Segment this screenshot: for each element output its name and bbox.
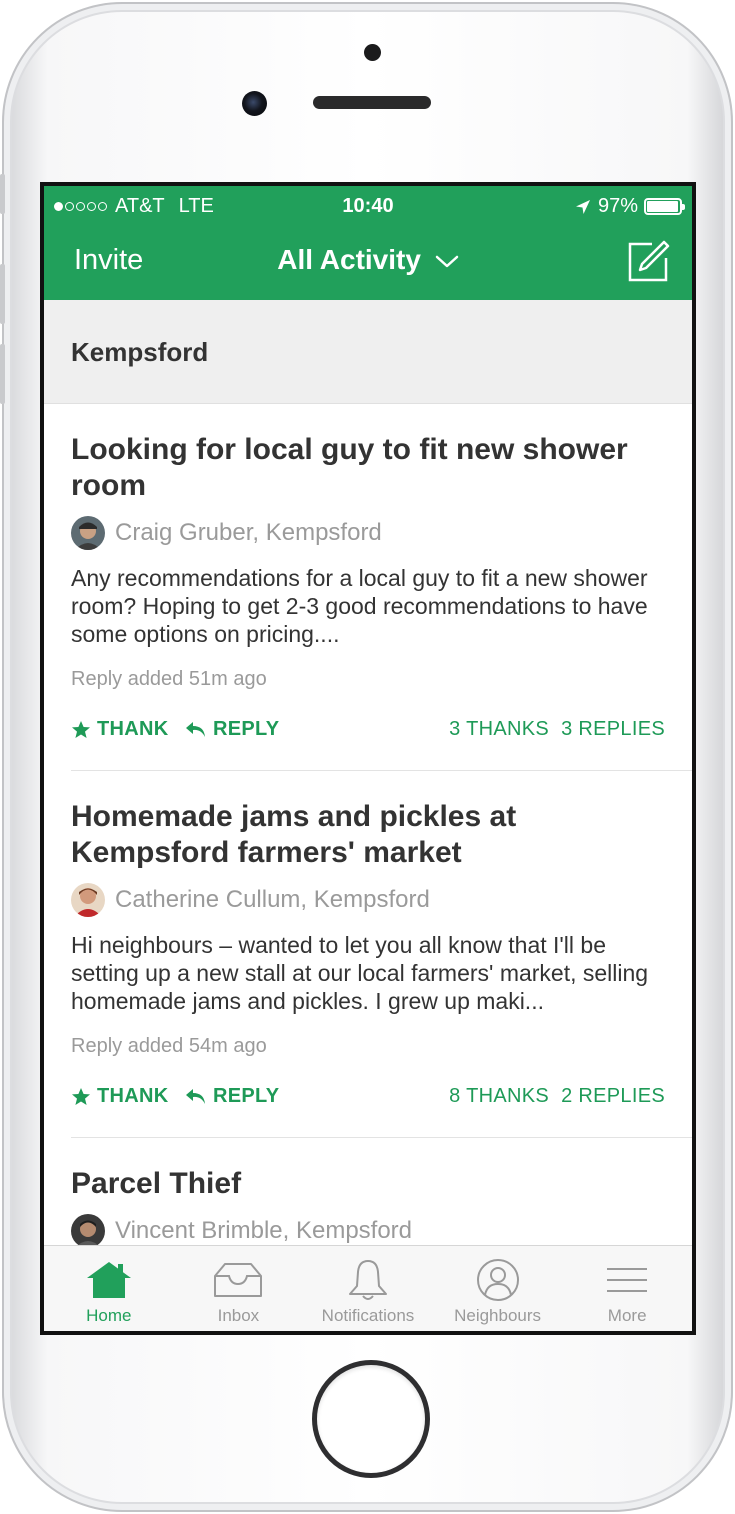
reply-arrow-icon: [186, 721, 205, 737]
nav-title-label: All Activity: [277, 244, 421, 275]
post-title[interactable]: Homemade jams and pickles at Kempsford f…: [71, 799, 641, 871]
tab-bar: Home Inbox Notifications Neighbours More: [44, 1245, 692, 1331]
author-name: Catherine Cullum, Kempsford: [115, 886, 430, 913]
earpiece-speaker: [313, 96, 431, 109]
thank-button[interactable]: THANK: [71, 1085, 169, 1108]
proximity-sensor: [364, 44, 381, 61]
post-actions: THANK REPLY 8 THANKS 2 REPLIES: [71, 1085, 665, 1111]
thanks-count[interactable]: 3 THANKS: [449, 718, 549, 741]
activity-filter-dropdown[interactable]: All Activity: [44, 244, 692, 276]
avatar[interactable]: [71, 883, 105, 917]
inbox-icon: [214, 1263, 263, 1297]
post-title[interactable]: Looking for local guy to fit new shower …: [71, 432, 641, 504]
post-body[interactable]: Hi neighbours – wanted to let you all kn…: [71, 931, 671, 1015]
post-timestamp: Reply added 51m ago: [71, 668, 267, 690]
tab-more[interactable]: More: [562, 1246, 692, 1331]
tab-home[interactable]: Home: [44, 1246, 174, 1331]
volume-up-button: [0, 264, 5, 324]
home-button[interactable]: [312, 1360, 430, 1478]
tab-label: Neighbours: [454, 1306, 542, 1325]
post-timestamp: Reply added 54m ago: [71, 1035, 267, 1057]
thank-label: THANK: [97, 1085, 169, 1107]
tab-notifications[interactable]: Notifications: [303, 1246, 433, 1331]
app-screen: AT&T LTE 10:40 97% Invite All Activity K…: [40, 182, 696, 1335]
post-actions: THANK REPLY 3 THANKS 3 REPLIES: [71, 718, 665, 744]
star-icon: [72, 1087, 90, 1105]
feed-post[interactable]: Looking for local guy to fit new shower …: [71, 404, 692, 771]
thank-label: THANK: [97, 718, 169, 740]
tab-label: Notifications: [321, 1306, 415, 1325]
mute-switch: [0, 174, 5, 214]
avatar[interactable]: [71, 1214, 105, 1248]
reply-button[interactable]: REPLY: [185, 1085, 279, 1108]
feed-post[interactable]: Homemade jams and pickles at Kempsford f…: [71, 771, 692, 1138]
location-header: Kempsford: [44, 300, 692, 404]
front-camera: [242, 91, 267, 116]
post-author[interactable]: Craig Gruber, Kempsford: [71, 516, 382, 550]
status-right: 97%: [574, 195, 685, 218]
reply-label: REPLY: [213, 1085, 280, 1107]
tab-label: Inbox: [217, 1306, 260, 1325]
tab-inbox[interactable]: Inbox: [174, 1246, 304, 1331]
post-body[interactable]: Any recommendations for a local guy to f…: [71, 564, 671, 648]
post-author[interactable]: Vincent Brimble, Kempsford: [71, 1214, 412, 1248]
author-name: Craig Gruber, Kempsford: [115, 519, 382, 546]
post-author[interactable]: Catherine Cullum, Kempsford: [71, 883, 430, 917]
navigation-bar: Invite All Activity: [44, 228, 692, 300]
volume-down-button: [0, 344, 5, 404]
thank-button[interactable]: THANK: [71, 718, 169, 741]
tab-neighbours[interactable]: Neighbours: [433, 1246, 563, 1331]
avatar[interactable]: [71, 516, 105, 550]
tab-label: More: [607, 1306, 647, 1325]
bell-icon: [348, 1260, 387, 1300]
thanks-count[interactable]: 8 THANKS: [449, 1085, 549, 1108]
star-icon: [72, 720, 90, 738]
replies-count[interactable]: 3 REPLIES: [561, 718, 665, 741]
compose-icon: [628, 240, 670, 282]
tab-label: Home: [86, 1306, 132, 1325]
compose-button[interactable]: [626, 240, 670, 284]
home-icon: [86, 1262, 131, 1298]
reply-label: REPLY: [213, 718, 280, 740]
battery-icon: [644, 198, 685, 215]
author-name: Vincent Brimble, Kempsford: [115, 1217, 413, 1244]
person-icon: [476, 1259, 519, 1301]
reply-button[interactable]: REPLY: [185, 718, 279, 741]
reply-arrow-icon: [186, 1088, 205, 1104]
location-name: Kempsford: [71, 337, 209, 367]
activity-feed: Looking for local guy to fit new shower …: [44, 404, 692, 1268]
location-arrow-icon: [575, 199, 590, 214]
chevron-down-icon: [435, 255, 458, 267]
battery-percent: 97%: [597, 195, 638, 217]
menu-icon: [607, 1268, 648, 1292]
status-bar: AT&T LTE 10:40 97%: [44, 186, 692, 228]
post-title[interactable]: Parcel Thief: [71, 1166, 641, 1202]
replies-count[interactable]: 2 REPLIES: [561, 1085, 665, 1108]
